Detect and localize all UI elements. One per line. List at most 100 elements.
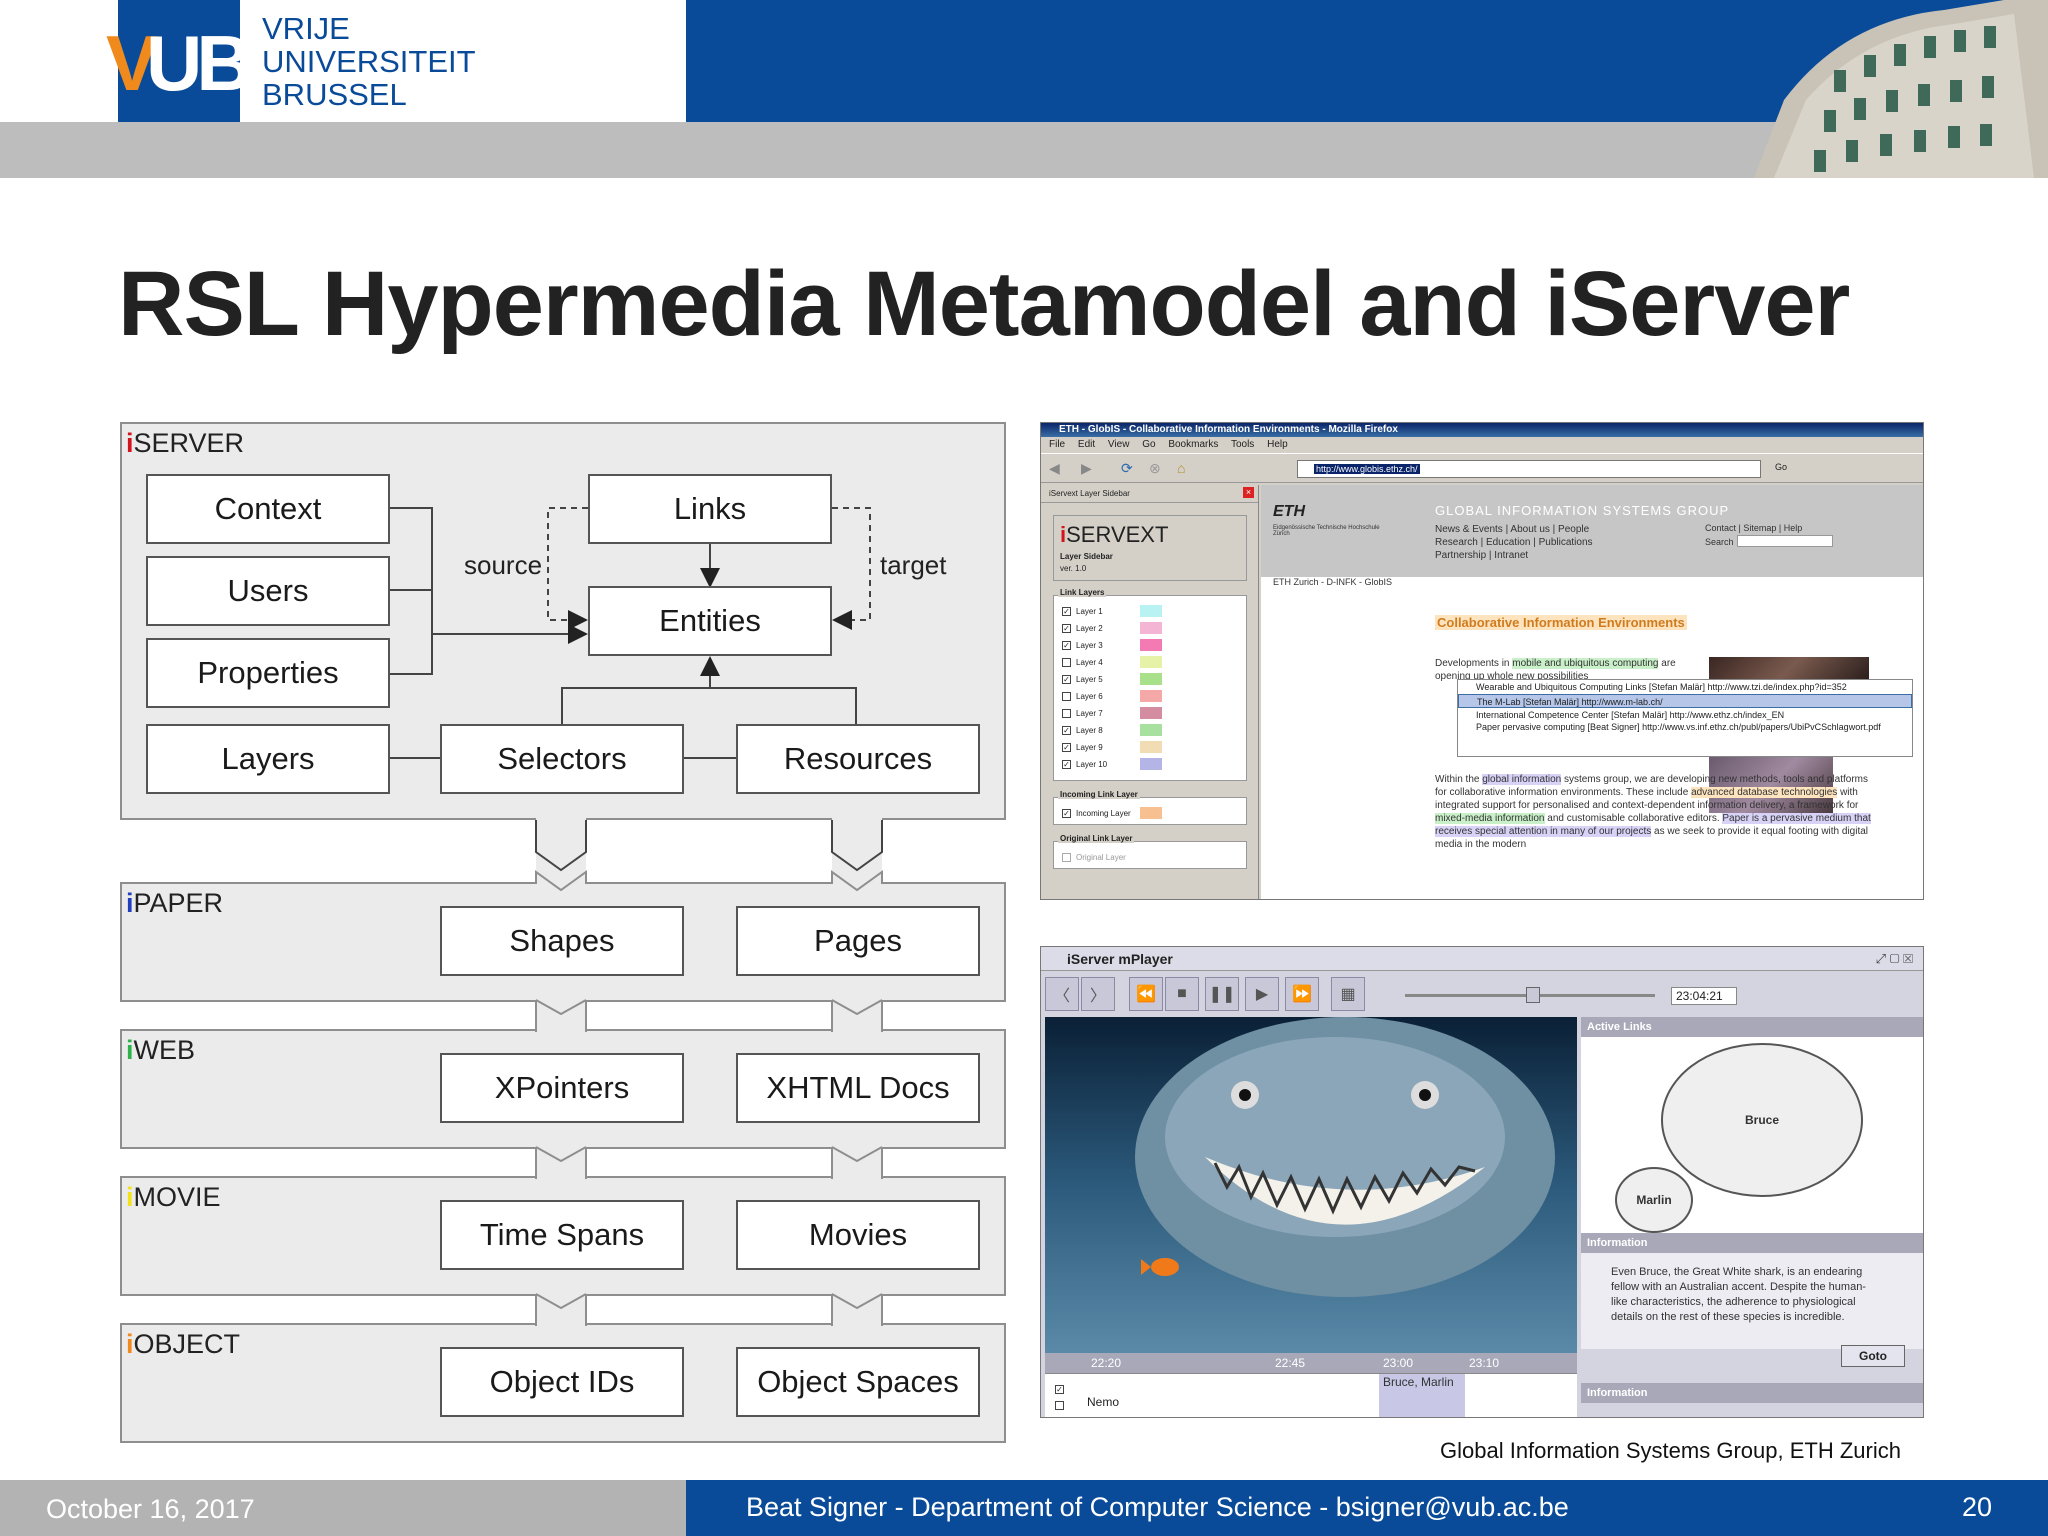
layer-row[interactable]: ✓ Layer 5: [1062, 672, 1103, 686]
layer-row[interactable]: ✓ Layer 2: [1062, 621, 1103, 635]
link-global-information[interactable]: global information: [1482, 774, 1562, 785]
layer-checkbox[interactable]: ✓: [1062, 623, 1071, 633]
layer-checkbox[interactable]: ✓: [1062, 759, 1071, 769]
back-icon[interactable]: ◀: [1049, 460, 1060, 477]
logo-line-2: UNIVERSITEIT: [262, 44, 476, 79]
box-entities: Entities: [588, 586, 832, 656]
link-popup-menu: Wearable and Ubiquitous Computing Links …: [1457, 679, 1913, 757]
incoming-layer-row[interactable]: ✓ Incoming Layer: [1062, 806, 1131, 820]
layer-row[interactable]: Layer 7: [1062, 706, 1103, 720]
menu-bookmarks[interactable]: Bookmarks: [1168, 439, 1218, 450]
popup-item-3[interactable]: International Competence Center [Stefan …: [1458, 708, 1912, 722]
link-mobile-ubiquitous[interactable]: mobile and ubiquitous computing: [1512, 658, 1659, 669]
layer-row[interactable]: ✓ Layer 1: [1062, 604, 1103, 618]
layer-row[interactable]: Layer 4: [1062, 655, 1103, 669]
original-layer-title: Original Link Layer: [1058, 834, 1135, 843]
menu-view[interactable]: View: [1108, 439, 1130, 450]
iservext-title: iSERVEXT: [1060, 522, 1169, 547]
original-layer-row[interactable]: Original Layer: [1062, 850, 1126, 864]
stop-icon[interactable]: ■: [1165, 977, 1199, 1011]
link-marlin[interactable]: Marlin: [1615, 1167, 1693, 1233]
reload-icon[interactable]: ⟳: [1121, 460, 1133, 477]
rewind-icon[interactable]: ⏪: [1129, 977, 1163, 1011]
timeline: 22:20 22:45 23:00 23:10 Bruce, Marlin ✓ …: [1045, 1353, 1577, 1417]
box-links: Links: [588, 474, 832, 544]
menu-help[interactable]: Help: [1267, 439, 1288, 450]
close-icon[interactable]: ×: [1243, 487, 1254, 498]
link-bruce[interactable]: Bruce: [1661, 1043, 1863, 1197]
menu-go[interactable]: Go: [1142, 439, 1155, 450]
popup-item-1[interactable]: Wearable and Ubiquitous Computing Links …: [1458, 680, 1912, 694]
search-label: Search: [1705, 537, 1734, 547]
home-icon[interactable]: ⌂: [1177, 460, 1185, 476]
edge-label-target: target: [880, 550, 947, 580]
seek-slider-thumb[interactable]: [1525, 987, 1540, 1003]
layer-color-swatch: [1140, 673, 1162, 685]
pause-icon[interactable]: ❚❚: [1205, 977, 1239, 1011]
layer-row[interactable]: ✓ Layer 3: [1062, 638, 1103, 652]
fast-forward-icon[interactable]: ⏩: [1285, 977, 1319, 1011]
layer-row[interactable]: ✓ Layer 10: [1062, 757, 1107, 771]
layer-color-swatch: [1140, 656, 1162, 668]
gis-nav-row-1[interactable]: News & Events | About us | People: [1435, 523, 1593, 536]
main-paragraph: Within the global information systems gr…: [1435, 774, 1871, 850]
page-number: 20: [1962, 1492, 1993, 1522]
timeline-row-2-checkbox[interactable]: [1055, 1397, 1069, 1415]
active-links-header: Active Links: [1581, 1017, 1923, 1037]
step-back-icon[interactable]: 〈: [1045, 977, 1079, 1011]
layer-checkbox[interactable]: ✓: [1062, 725, 1071, 735]
url-field[interactable]: http://www.globis.ethz.ch/: [1297, 460, 1761, 478]
box-pages: Pages: [736, 906, 980, 976]
information-header: Information: [1581, 1233, 1923, 1253]
go-button[interactable]: Go: [1775, 462, 1787, 472]
menu-edit[interactable]: Edit: [1078, 439, 1095, 450]
gis-nav-row-2[interactable]: Research | Education | Publications: [1435, 536, 1593, 549]
layer-checkbox[interactable]: [1062, 657, 1071, 667]
box-movies: Movies: [736, 1200, 980, 1270]
menu-tools[interactable]: Tools: [1231, 439, 1254, 450]
goto-button[interactable]: Goto: [1841, 1345, 1905, 1367]
popup-item-4[interactable]: Paper pervasive computing [Beat Signer] …: [1458, 722, 1912, 744]
layer-checkbox[interactable]: [1062, 691, 1071, 701]
layer-color-swatch: [1140, 639, 1162, 651]
time-field[interactable]: 23:04:21: [1671, 987, 1737, 1005]
layer-label: Layer 1: [1076, 606, 1103, 616]
forward-icon[interactable]: ▶: [1081, 460, 1092, 477]
tick-1: 22:20: [1091, 1356, 1122, 1370]
stop-icon[interactable]: ⊗: [1149, 460, 1161, 477]
link-layers-group: Link Layers ✓ Layer 1 ✓ Layer 2 ✓ Layer 3 Laye…: [1053, 588, 1247, 781]
layer-label: Layer 8: [1076, 725, 1103, 735]
image-credit: Global Information Systems Group, ETH Zu…: [1440, 1438, 1901, 1463]
window-controls-icon[interactable]: ⤢ ▢ ☒: [1876, 951, 1913, 967]
layer-row[interactable]: ✓ Layer 9: [1062, 740, 1103, 754]
layer-checkbox[interactable]: ✓: [1062, 674, 1071, 684]
eth-logo: ETH: [1273, 503, 1305, 520]
gis-nav-row-3[interactable]: Partnership | Intranet: [1435, 549, 1593, 562]
gis-contact[interactable]: Contact | Sitemap | Help: [1705, 523, 1802, 533]
shark-illustration: [1135, 1017, 1555, 1297]
step-forward-icon[interactable]: 〉: [1081, 977, 1115, 1011]
timeline-row-1-checkbox[interactable]: ✓: [1055, 1379, 1069, 1397]
menu-file[interactable]: File: [1049, 439, 1065, 450]
breadcrumb[interactable]: ETH Zurich - D-INFK - GlobIS: [1273, 577, 1392, 587]
layer-checkbox[interactable]: ✓: [1062, 640, 1071, 650]
search-input[interactable]: [1737, 535, 1833, 547]
box-layers: Layers: [146, 724, 390, 794]
grid-icon[interactable]: ▦: [1331, 977, 1365, 1011]
layer-checkbox[interactable]: ✓: [1062, 742, 1071, 752]
popup-item-2[interactable]: The M-Lab [Stefan Malär] http://www.m-la…: [1458, 694, 1912, 708]
layer-row[interactable]: Layer 6: [1062, 689, 1103, 703]
iservext-sidebar: iServext Layer Sidebar × iSERVEXT Layer …: [1041, 485, 1259, 899]
layer-row[interactable]: ✓ Layer 8: [1062, 723, 1103, 737]
play-icon[interactable]: ▶: [1245, 977, 1279, 1011]
iservext-sub: Layer Sidebar: [1060, 552, 1113, 561]
information-panel: Even Bruce, the Great White shark, is an…: [1581, 1253, 1923, 1349]
layer-checkbox[interactable]: [1062, 708, 1071, 718]
iservext-version: ver. 1.0: [1060, 564, 1087, 573]
timeline-divider: [1045, 1373, 1577, 1374]
layer-checkbox[interactable]: ✓: [1062, 606, 1071, 616]
link-mixed-media[interactable]: mixed-media information: [1435, 813, 1545, 824]
layer-color-swatch: [1140, 622, 1162, 634]
footer-date: October 16, 2017: [46, 1494, 255, 1524]
link-advanced-db[interactable]: advanced database technologies: [1691, 787, 1838, 798]
